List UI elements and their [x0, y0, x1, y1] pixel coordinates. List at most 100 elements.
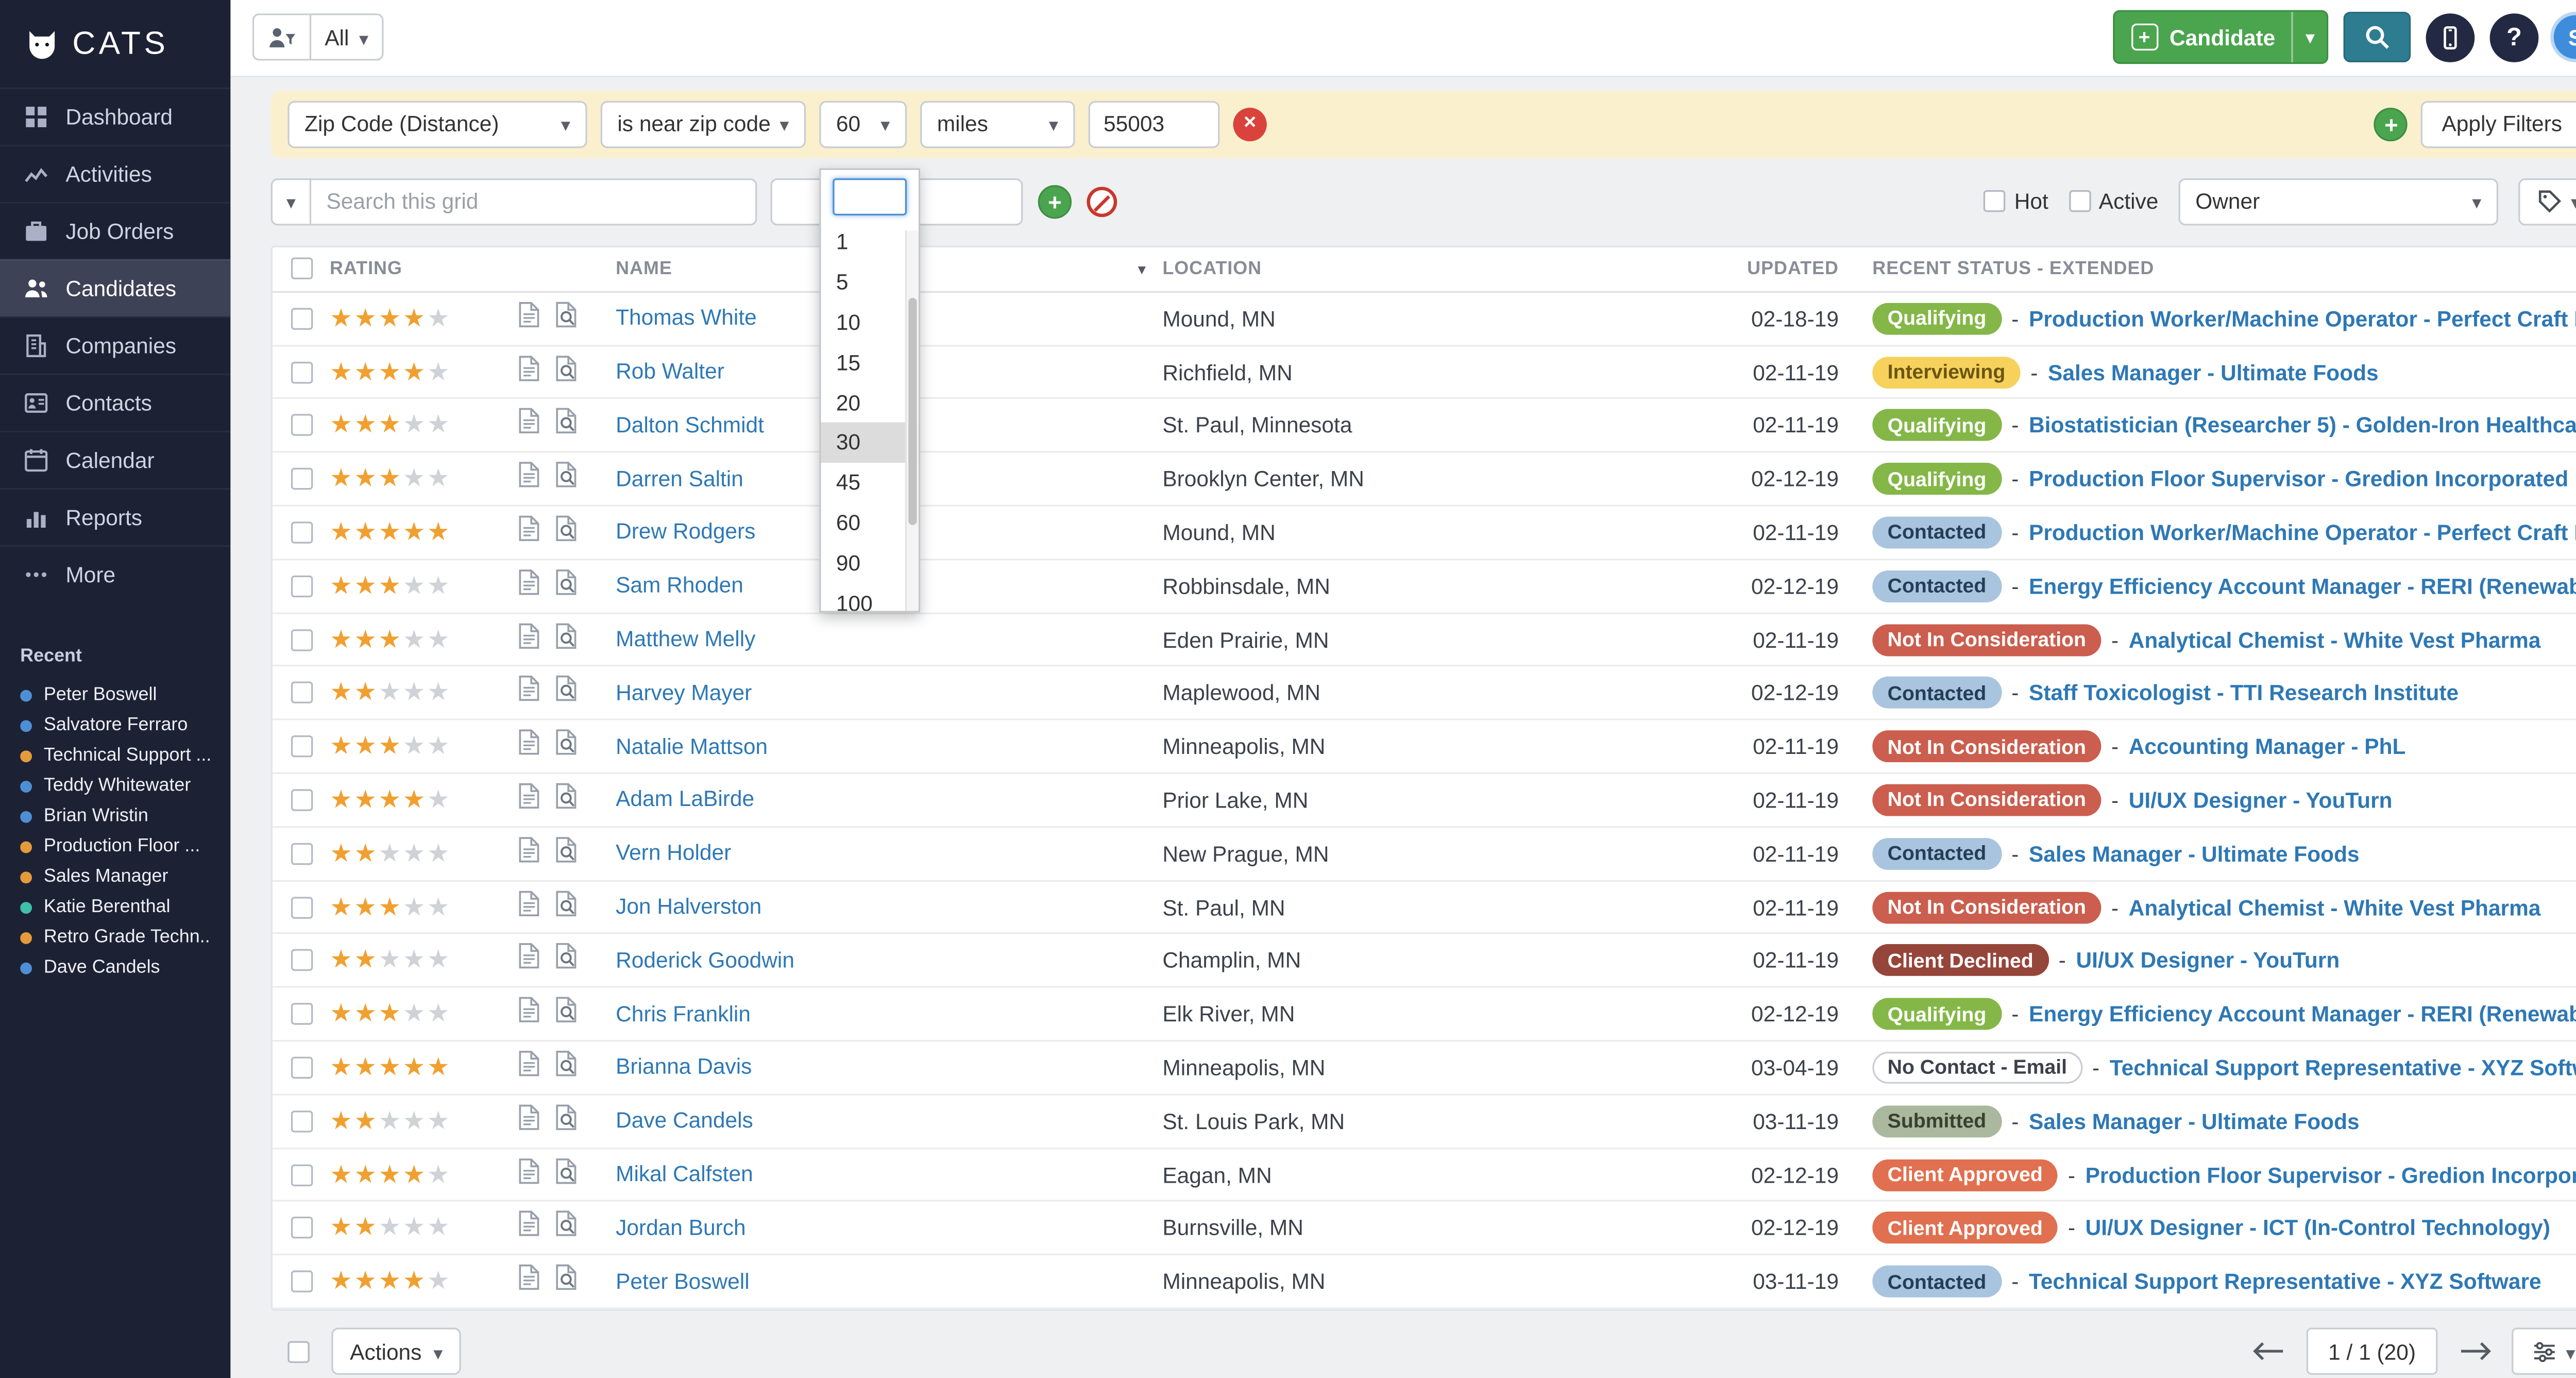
resume-preview-icon[interactable] [555, 836, 579, 871]
star-icon[interactable]: ★ [378, 1216, 401, 1241]
star-icon[interactable]: ★ [427, 1269, 450, 1294]
rating-stars[interactable]: ★★★★★ [330, 1162, 518, 1187]
resume-icon[interactable] [518, 675, 540, 711]
star-icon[interactable]: ★ [427, 1001, 450, 1027]
status-detail-link[interactable]: Production Worker/Machine Operator - Per… [2029, 520, 2576, 545]
star-icon[interactable]: ★ [330, 1216, 352, 1241]
resume-preview-icon[interactable] [555, 729, 579, 764]
search-button[interactable] [2344, 12, 2411, 63]
star-icon[interactable]: ★ [378, 627, 401, 652]
hot-filter[interactable]: Hot [1984, 189, 2048, 214]
star-icon[interactable]: ★ [427, 948, 450, 973]
star-icon[interactable]: ★ [330, 574, 352, 599]
status-detail-link[interactable]: Analytical Chemist - White Vest Pharma [2129, 895, 2541, 920]
owner-select[interactable]: Owner [2179, 178, 2498, 225]
apply-filters-button[interactable]: Apply Filters [2421, 100, 2576, 147]
header-rating[interactable]: RATING [330, 259, 518, 279]
star-icon[interactable]: ★ [403, 413, 426, 438]
hot-checkbox[interactable] [1984, 191, 2006, 212]
star-icon[interactable]: ★ [427, 1055, 450, 1080]
resume-icon[interactable] [518, 1211, 540, 1246]
row-checkbox[interactable] [290, 682, 312, 704]
candidate-name-link[interactable]: Mikal Calfsten [616, 1161, 753, 1186]
resume-icon[interactable] [518, 889, 540, 925]
resume-icon[interactable] [518, 729, 540, 764]
recent-item[interactable]: Peter Boswell [20, 680, 210, 710]
star-icon[interactable]: ★ [403, 627, 426, 652]
star-icon[interactable]: ★ [427, 466, 450, 492]
sidebar-item-job-orders[interactable]: Job Orders [0, 202, 230, 259]
star-icon[interactable]: ★ [354, 359, 377, 384]
star-icon[interactable]: ★ [403, 1162, 426, 1187]
star-icon[interactable]: ★ [354, 627, 377, 652]
distance-option[interactable]: 20 [821, 382, 918, 423]
resume-preview-icon[interactable] [555, 301, 579, 337]
star-icon[interactable]: ★ [403, 734, 426, 759]
sidebar-item-candidates[interactable]: Candidates [0, 259, 230, 316]
candidate-name-link[interactable]: Sam Rhoden [616, 573, 743, 598]
star-icon[interactable]: ★ [378, 680, 401, 705]
resume-icon[interactable] [518, 836, 540, 871]
row-checkbox[interactable] [290, 843, 312, 864]
rating-stars[interactable]: ★★★★★ [330, 841, 518, 866]
recent-item[interactable]: Katie Berenthal [20, 892, 210, 922]
resume-icon[interactable] [518, 1264, 540, 1300]
rating-stars[interactable]: ★★★★★ [330, 895, 518, 920]
star-icon[interactable]: ★ [427, 1108, 450, 1134]
star-icon[interactable]: ★ [427, 413, 450, 438]
star-icon[interactable]: ★ [354, 1001, 377, 1027]
star-icon[interactable]: ★ [330, 627, 352, 652]
rating-stars[interactable]: ★★★★★ [330, 1001, 518, 1027]
filter-operator-select[interactable]: is near zip code [601, 100, 806, 147]
star-icon[interactable]: ★ [427, 574, 450, 599]
star-icon[interactable]: ★ [403, 1269, 426, 1294]
distance-select[interactable]: 60 [819, 100, 907, 147]
star-icon[interactable]: ★ [354, 1216, 377, 1241]
sidebar-item-dashboard[interactable]: Dashboard [0, 88, 230, 145]
resume-icon[interactable] [518, 1157, 540, 1192]
status-detail-link[interactable]: Energy Efficiency Account Manager - RERI… [2029, 1001, 2576, 1027]
distance-option[interactable]: 30 [821, 423, 918, 463]
rating-stars[interactable]: ★★★★★ [330, 1269, 518, 1294]
star-icon[interactable]: ★ [330, 520, 352, 545]
star-icon[interactable]: ★ [378, 520, 401, 545]
star-icon[interactable]: ★ [403, 574, 426, 599]
star-icon[interactable]: ★ [378, 841, 401, 866]
zip-code-input[interactable] [1089, 100, 1220, 147]
resume-preview-icon[interactable] [555, 622, 579, 658]
phone-button[interactable] [2426, 13, 2475, 62]
star-icon[interactable]: ★ [427, 627, 450, 652]
resume-preview-icon[interactable] [555, 515, 579, 550]
star-icon[interactable]: ★ [330, 1162, 352, 1187]
star-icon[interactable]: ★ [378, 1269, 401, 1294]
resume-icon[interactable] [518, 461, 540, 497]
resume-icon[interactable] [518, 622, 540, 658]
rating-stars[interactable]: ★★★★★ [330, 574, 518, 599]
row-checkbox[interactable] [290, 361, 312, 383]
star-icon[interactable]: ★ [403, 1001, 426, 1027]
candidate-name-link[interactable]: Chris Franklin [616, 1001, 751, 1026]
status-detail-link[interactable]: Sales Manager - Ultimate Foods [2029, 1108, 2360, 1134]
candidate-name-link[interactable]: Dave Candels [616, 1107, 753, 1133]
star-icon[interactable]: ★ [378, 413, 401, 438]
active-filter[interactable]: Active [2069, 189, 2158, 214]
rating-stars[interactable]: ★★★★★ [330, 627, 518, 652]
distance-option[interactable]: 60 [821, 502, 918, 543]
row-checkbox[interactable] [290, 735, 312, 757]
star-icon[interactable]: ★ [378, 1162, 401, 1187]
distance-option[interactable]: 90 [821, 543, 918, 583]
candidate-name-link[interactable]: Darren Saltin [616, 465, 743, 491]
recent-item[interactable]: Technical Support ... [20, 741, 210, 771]
recent-item[interactable]: Sales Manager [20, 862, 210, 892]
resume-icon[interactable] [518, 515, 540, 550]
row-checkbox[interactable] [290, 468, 312, 490]
star-icon[interactable]: ★ [403, 466, 426, 492]
rating-stars[interactable]: ★★★★★ [330, 1108, 518, 1134]
row-checkbox[interactable] [290, 950, 312, 971]
status-detail-link[interactable]: Production Floor Supervisor - Gredion In… [2029, 466, 2568, 492]
star-icon[interactable]: ★ [378, 466, 401, 492]
recent-item[interactable]: Brian Wristin [20, 801, 210, 831]
rating-stars[interactable]: ★★★★★ [330, 359, 518, 384]
distance-option[interactable]: 15 [821, 342, 918, 382]
select-all-checkbox[interactable] [290, 258, 312, 280]
